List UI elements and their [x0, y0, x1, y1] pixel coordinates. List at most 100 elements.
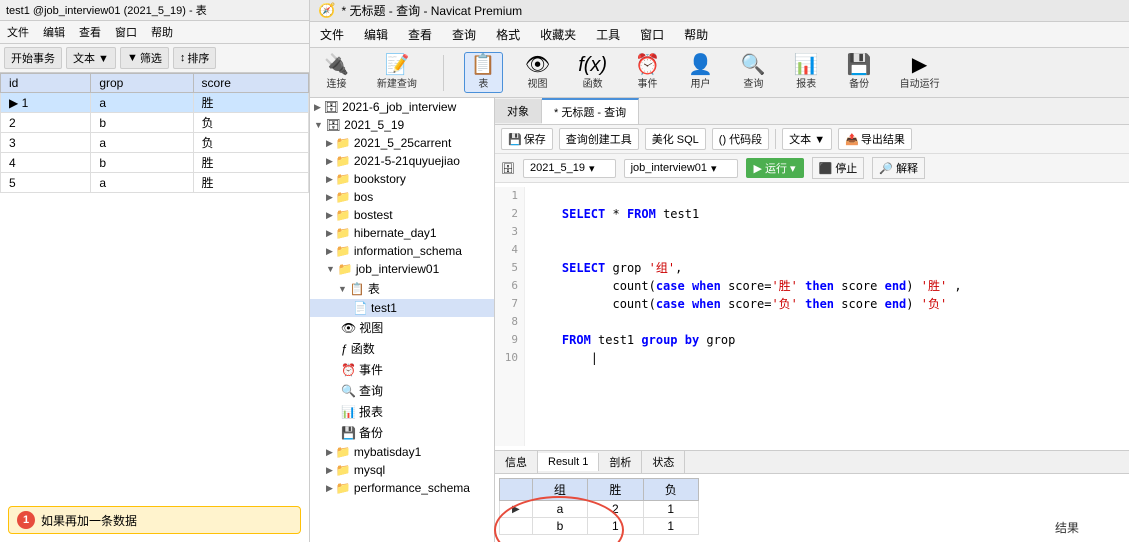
tree-label: 备份 — [359, 424, 383, 441]
col-header-score[interactable]: score — [193, 74, 308, 93]
menu-view[interactable]: 查看 — [76, 23, 104, 41]
sidebar-tree-item[interactable]: 📊 报表 — [310, 401, 494, 422]
sidebar-tree-item[interactable]: ▼ 🗄 2021_5_19 — [310, 116, 494, 134]
results-tab-info[interactable]: 信息 — [495, 451, 538, 473]
user-btn[interactable]: 👤 用户 — [682, 53, 719, 92]
tab-object[interactable]: 对象 — [495, 99, 542, 123]
code-snippet-btn[interactable]: () 代码段 — [712, 128, 769, 150]
menu-window[interactable]: 窗口 — [112, 23, 140, 41]
tree-icon: 📊 — [341, 405, 356, 419]
menu-help-r[interactable]: 帮助 — [680, 24, 712, 45]
sidebar-tree-item[interactable]: ▶ 📁 2021-5-21quyuejiao — [310, 152, 494, 170]
sidebar-tree-item[interactable]: 🔍 查询 — [310, 380, 494, 401]
sidebar-tree-item[interactable]: ▼ 📁 job_interview01 — [310, 260, 494, 278]
sidebar-tree-item[interactable]: ƒ 函数 — [310, 338, 494, 359]
connect-btn[interactable]: 🔌 连接 — [318, 53, 355, 92]
sidebar-tree-item[interactable]: ▶ 📁 bostest — [310, 206, 494, 224]
menu-tools-r[interactable]: 工具 — [592, 24, 624, 45]
export-result-btn[interactable]: 📤 导出结果 — [838, 128, 912, 150]
menu-view-r[interactable]: 查看 — [404, 24, 436, 45]
filter-btn[interactable]: ▼ 筛选 — [120, 47, 169, 69]
function-btn[interactable]: f(x) 函数 — [572, 53, 613, 92]
table-row[interactable]: 3 a 负 — [1, 133, 309, 153]
sidebar-tree-item[interactable]: ▶ 📁 bos — [310, 188, 494, 206]
table-row[interactable]: 5 a 胜 — [1, 173, 309, 193]
sidebar-tree-item[interactable]: ▼ 📋 表 — [310, 278, 494, 299]
menu-help[interactable]: 帮助 — [148, 23, 176, 41]
table-row[interactable]: 2 b 负 — [1, 113, 309, 133]
cell-score: 负 — [193, 113, 308, 133]
tree-arrow: ▶ — [326, 210, 333, 221]
table-btn[interactable]: 📋 表 — [464, 52, 503, 93]
menu-edit[interactable]: 编辑 — [40, 23, 68, 41]
results-tab-profile[interactable]: 剖析 — [599, 451, 642, 473]
menu-query-r[interactable]: 查询 — [448, 24, 480, 45]
cell-grop: a — [91, 93, 193, 113]
explain-btn[interactable]: 🔎 解释 — [872, 157, 925, 179]
sidebar-tree-item[interactable]: ▶ 🗄 2021-6_job_interview — [310, 98, 494, 116]
col-header-id[interactable]: id — [1, 74, 91, 93]
sort-btn[interactable]: ↕ 排序 — [173, 47, 217, 69]
db-selector[interactable]: 2021_5_19 ▾ — [523, 159, 616, 178]
menu-favorites-r[interactable]: 收藏夹 — [536, 24, 580, 45]
query-btn[interactable]: 🔍 查询 — [735, 53, 772, 92]
function-icon: f(x) — [578, 55, 607, 75]
tree-arrow: ▶ — [326, 138, 333, 149]
tree-label: information_schema — [354, 244, 462, 258]
report-btn[interactable]: 📊 报表 — [788, 53, 825, 92]
tree-label: bookstory — [354, 172, 406, 186]
menu-window-r[interactable]: 窗口 — [636, 24, 668, 45]
sidebar-tree-item[interactable]: ▶ 📁 2021_5_25carrent — [310, 134, 494, 152]
tree-icon: 🔍 — [341, 384, 356, 398]
sidebar-tree-item[interactable]: ▶ 📁 hibernate_day1 — [310, 224, 494, 242]
code-line — [533, 241, 1121, 259]
sidebar-tree-item[interactable]: ▶ 📁 mysql — [310, 461, 494, 479]
sidebar-tree-item[interactable]: 📄 test1 — [310, 299, 494, 317]
text-btn[interactable]: 文本 ▼ — [66, 47, 116, 69]
event-btn[interactable]: ⏰ 事件 — [629, 53, 666, 92]
menu-edit-r[interactable]: 编辑 — [360, 24, 392, 45]
sidebar-tree-item[interactable]: ▶ 📁 bookstory — [310, 170, 494, 188]
backup-btn[interactable]: 💾 备份 — [841, 53, 878, 92]
col-header-grop[interactable]: grop — [91, 74, 193, 93]
table-row[interactable]: 4 b 胜 — [1, 153, 309, 173]
table-row[interactable]: ▶ 1 a 胜 — [1, 93, 309, 113]
table-selector[interactable]: job_interview01 ▾ — [624, 159, 738, 178]
menu-format-r[interactable]: 格式 — [492, 24, 524, 45]
sidebar-tree-item[interactable]: ▶ 📁 information_schema — [310, 242, 494, 260]
tree-label: 函数 — [351, 340, 375, 357]
results-tab-status[interactable]: 状态 — [642, 451, 685, 473]
sidebar-tree-item[interactable]: 💾 备份 — [310, 422, 494, 443]
result-table-row[interactable]: b11 — [500, 518, 699, 535]
annotation-number: 1 — [17, 511, 35, 529]
code-editor[interactable]: 12345678910 SELECT * FROM test1 SELECT g… — [495, 183, 1129, 450]
auto-run-btn[interactable]: ▶ 自动运行 — [894, 53, 946, 92]
tree-icon: 📄 — [353, 301, 368, 315]
beautify-sql-btn[interactable]: 美化 SQL — [645, 128, 706, 150]
query-builder-btn[interactable]: 查询创建工具 — [559, 128, 639, 150]
menu-file-r[interactable]: 文件 — [316, 24, 348, 45]
query-icon: 🔍 — [741, 55, 766, 75]
tab-query[interactable]: * 无标题 - 查询 — [542, 98, 639, 124]
stop-btn[interactable]: ⬛ 停止 — [812, 157, 865, 179]
save-btn[interactable]: 💾 保存 — [501, 128, 553, 150]
sidebar-tree-item[interactable]: ▶ 📁 mybatisday1 — [310, 443, 494, 461]
run-btn[interactable]: ▶ 运行 ▾ — [746, 158, 804, 178]
backup-icon: 💾 — [847, 55, 872, 75]
code-line: SELECT * FROM test1 — [533, 205, 1121, 223]
tree-label: job_interview01 — [356, 262, 439, 276]
tree-icon: 📁 — [336, 463, 351, 477]
sidebar-tree-item[interactable]: ⏰ 事件 — [310, 359, 494, 380]
code-lines[interactable]: SELECT * FROM test1 SELECT grop '组', cou… — [525, 187, 1129, 446]
menu-file[interactable]: 文件 — [4, 23, 32, 41]
sidebar-tree-item[interactable]: 👁 视图 — [310, 317, 494, 338]
new-query-btn[interactable]: 📝 新建查询 — [371, 53, 423, 92]
sidebar-tree-item[interactable]: ▶ 📁 performance_schema — [310, 479, 494, 497]
results-tab-result1[interactable]: Result 1 — [538, 453, 599, 471]
new-query-icon: 📝 — [384, 55, 409, 75]
text-export-btn[interactable]: 文本 ▼ — [782, 128, 832, 150]
icon-toolbar: 🔌 连接 📝 新建查询 📋 表 👁 视图 f(x) 函数 ⏰ — [310, 48, 1129, 98]
begin-transaction-btn[interactable]: 开始事务 — [4, 47, 62, 69]
result-table-row[interactable]: ▶a21 — [500, 501, 699, 518]
view-btn[interactable]: 👁 视图 — [519, 53, 556, 92]
